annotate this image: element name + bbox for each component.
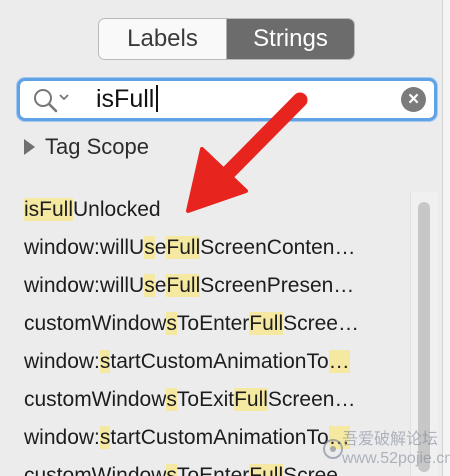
watermark-text: 吾爱破解论坛 www.52pojie.cn — [342, 430, 450, 470]
watermark-line1: 吾爱破解论坛 — [342, 431, 439, 448]
watermark-logo-icon — [323, 439, 343, 459]
strings-panel: Labels Strings isFull × Tag Scope isFull… — [0, 0, 450, 476]
red-arrow-icon — [186, 92, 308, 213]
watermark-line2: www.52pojie.cn — [342, 450, 450, 467]
